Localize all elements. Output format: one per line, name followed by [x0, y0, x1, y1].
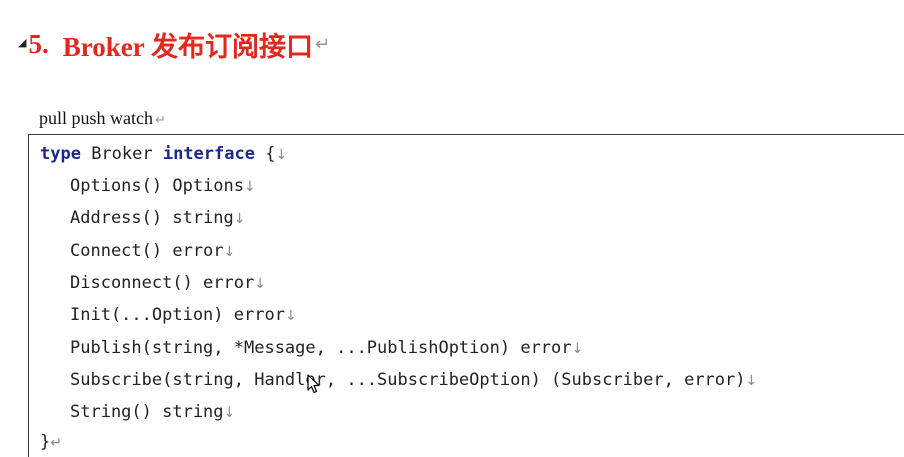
paragraph-mark-icon: ↵	[155, 113, 166, 128]
subtitle-text: pull push watch	[39, 108, 153, 128]
line-break-mark-icon: ↓	[571, 341, 584, 357]
type-name: Broker	[80, 144, 163, 164]
subtitle-paragraph: pull push watch ↵	[39, 108, 166, 129]
code-line-method: Disconnect() error↓	[70, 272, 266, 295]
keyword-interface: interface	[162, 144, 255, 164]
code-line-method: Connect() error↓	[70, 240, 235, 263]
code-block: type Broker interface {↓ Options() Optio…	[28, 134, 904, 457]
method-signature: Publish(string, *Message, ...PublishOpti…	[70, 338, 572, 358]
code-line-interface-declaration: type Broker interface {↓	[40, 143, 287, 166]
paragraph-mark-icon: ↵	[314, 33, 331, 55]
mouse-cursor-icon	[307, 374, 320, 394]
code-line-method: Subscribe(string, Handler, ...SubscribeO…	[70, 369, 757, 392]
line-break-mark-icon: ↓	[223, 244, 236, 260]
method-signature: Options() Options	[70, 176, 244, 196]
line-break-mark-icon: ↓	[233, 211, 246, 227]
method-signature: Disconnect() error	[70, 273, 255, 293]
line-break-mark-icon: ↓	[223, 405, 236, 421]
collapse-triangle-icon[interactable]: ◢	[18, 36, 26, 49]
method-signature: String() string	[70, 402, 224, 422]
code-line-closing-brace: }↵	[40, 431, 62, 454]
code-line-method: Publish(string, *Message, ...PublishOpti…	[70, 337, 583, 360]
closing-brace: }	[40, 432, 51, 452]
heading-number: 5.	[28, 28, 49, 59]
open-brace: {	[254, 144, 276, 164]
line-break-mark-icon: ↓	[254, 276, 266, 292]
line-break-mark-icon: ↓	[745, 373, 758, 389]
method-signature: Init(...Option) error	[70, 305, 285, 325]
code-line-method: Options() Options↓	[70, 175, 256, 198]
method-signature: Address() string	[70, 208, 234, 228]
line-break-mark-icon: ↓	[244, 179, 256, 195]
keyword-type: type	[40, 144, 81, 164]
method-signature: Connect() error	[70, 241, 224, 261]
line-break-mark-icon: ↓	[275, 147, 288, 163]
section-heading: ◢ 5. Broker 发布订阅接口 ↵	[18, 24, 330, 64]
line-break-mark-icon: ↓	[284, 308, 297, 324]
code-line-method: Init(...Option) error↓	[70, 304, 297, 327]
paragraph-mark-icon: ↵	[50, 435, 62, 451]
code-line-method: Address() string↓	[70, 207, 246, 230]
code-line-method: String() string↓	[70, 401, 235, 424]
method-signature: Subscribe(string, Handler, ...SubscribeO…	[70, 370, 746, 390]
document-page: ◢ 5. Broker 发布订阅接口 ↵ pull push watch ↵ ty…	[0, 0, 904, 457]
heading-title: Broker 发布订阅接口	[62, 31, 313, 62]
